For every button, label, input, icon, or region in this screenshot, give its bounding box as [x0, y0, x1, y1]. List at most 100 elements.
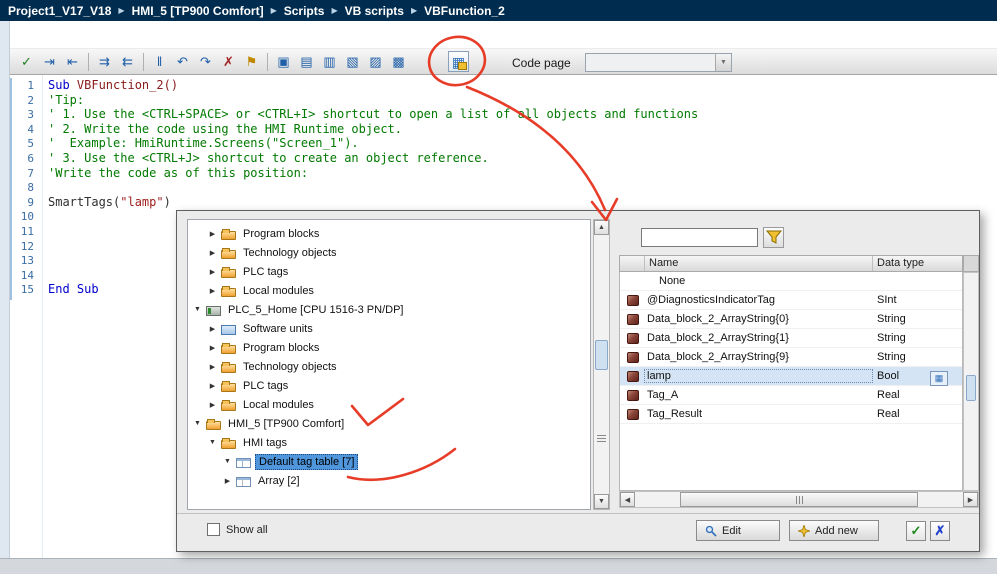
code-token: SmartTags( [48, 195, 120, 209]
goto-next-sync-icon[interactable]: ⇥ [39, 51, 60, 72]
scroll-left-icon[interactable]: ◀ [620, 492, 635, 507]
code-line-8[interactable]: 8 [10, 180, 997, 195]
tag-row-data-block-2-arraystring-9[interactable]: Data_block_2_ArrayString{9}String [620, 348, 962, 367]
filter-icon[interactable] [763, 227, 784, 248]
splitter-grip[interactable] [597, 433, 606, 444]
breadcrumb-item-vb-scripts[interactable]: VB scripts [345, 4, 404, 18]
tag-row-tag-a[interactable]: Tag_AReal [620, 386, 962, 405]
print-icon[interactable]: ▨ [365, 51, 386, 72]
expand-icon[interactable]: ▶ [207, 344, 218, 352]
tree-item-technology-objects[interactable]: ▶Technology objects [188, 357, 590, 376]
expand-icon[interactable]: ▶ [207, 382, 218, 390]
scroll-down-icon[interactable]: ▼ [594, 494, 609, 509]
tag-row-tag-result[interactable]: Tag_ResultReal [620, 405, 962, 424]
bookmark-icon[interactable]: ⚑ [241, 51, 262, 72]
scroll-up-icon[interactable]: ▲ [594, 220, 609, 235]
cross-reference-icon[interactable]: ▤ [296, 51, 317, 72]
tree-item-plc-5-home-cpu-1516-3-pn-dp[interactable]: ▼PLC_5_Home [CPU 1516-3 PN/DP] [188, 300, 590, 319]
code-line-7[interactable]: 7'Write the code as of this position: [10, 166, 997, 181]
collapse-icon[interactable]: ▼ [222, 458, 233, 465]
delete-bookmark-icon[interactable]: ✗ [218, 51, 239, 72]
collapse-icon[interactable]: ▼ [207, 439, 218, 446]
code-line-4[interactable]: 4' 2. Write the code using the HMI Runti… [10, 122, 997, 137]
tree-item-local-modules[interactable]: ▶Local modules [188, 281, 590, 300]
help-icon[interactable]: ▩ [388, 51, 409, 72]
code-line-3[interactable]: 3' 1. Use the <CTRL+SPACE> or <CTRL+I> s… [10, 107, 997, 122]
tree-item-default-tag-table-7[interactable]: ▼Default tag table [7] [188, 452, 590, 471]
tree-item-plc-tags[interactable]: ▶PLC tags [188, 262, 590, 281]
tree-item-technology-objects[interactable]: ▶Technology objects [188, 243, 590, 262]
tag-name: Data_block_2_ArrayString{0} [645, 313, 872, 325]
tree-item-array-2[interactable]: ▶Array [2] [188, 471, 590, 490]
tree-scrollbar[interactable]: ▲ ▼ [593, 219, 610, 510]
hscroll-thumb[interactable] [680, 492, 918, 507]
redo-icon[interactable]: ↷ [195, 51, 216, 72]
expand-icon[interactable]: ▶ [207, 268, 218, 276]
breadcrumb-item-vbfunction-2[interactable]: VBFunction_2 [424, 4, 505, 18]
undo-icon[interactable]: ↶ [172, 51, 193, 72]
hmi-folder-icon [206, 421, 221, 430]
tree-item-program-blocks[interactable]: ▶Program blocks [188, 224, 590, 243]
local-modules-icon [221, 402, 236, 411]
tree-item-hmi-5-tp900-comfort[interactable]: ▼HMI_5 [TP900 Comfort] [188, 414, 590, 433]
code-line-6[interactable]: 6' 3. Use the <CTRL+J> shortcut to creat… [10, 151, 997, 166]
insert-tag-icon[interactable]: ▦ [448, 51, 469, 72]
confirm-button[interactable]: ✓ [906, 521, 926, 541]
pause-icon[interactable]: ‖ [149, 51, 170, 72]
breadcrumb-item-project1-v17-v18[interactable]: Project1_V17_V18 [8, 4, 111, 18]
watch-table-icon[interactable]: ▥ [319, 51, 340, 72]
increase-indent-icon[interactable]: ⇉ [94, 51, 115, 72]
chevron-down-icon[interactable]: ▼ [715, 54, 731, 71]
tree-item-hmi-tags[interactable]: ▼HMI tags [188, 433, 590, 452]
collapse-icon[interactable]: ▼ [192, 420, 203, 427]
hmi-tags-icon [221, 440, 236, 449]
export-icon[interactable]: ▧ [342, 51, 363, 72]
code-line-9[interactable]: 9SmartTags("lamp") [10, 195, 997, 210]
datatype-picker-button[interactable]: ▦ [930, 371, 948, 386]
show-all-checkbox[interactable] [207, 523, 220, 536]
edit-button[interactable]: Edit [696, 520, 780, 541]
breadcrumb-item-hmi-5-tp900-comfort[interactable]: HMI_5 [TP900 Comfort] [132, 4, 264, 18]
cancel-button[interactable]: ✗ [930, 521, 950, 541]
insert-snippet-icon[interactable]: ▣ [273, 51, 294, 72]
tag-datatype: SInt [872, 294, 962, 306]
goto-prev-sync-icon[interactable]: ⇤ [62, 51, 83, 72]
add-new-button[interactable]: Add new [789, 520, 879, 541]
collapse-icon[interactable]: ▼ [192, 306, 203, 313]
tree-item-plc-tags[interactable]: ▶PLC tags [188, 376, 590, 395]
expand-icon[interactable]: ▶ [207, 230, 218, 238]
code-line-2[interactable]: 2'Tip: [10, 93, 997, 108]
tag-table-header-datatype[interactable]: Data type [873, 256, 962, 271]
tree-item-local-modules[interactable]: ▶Local modules [188, 395, 590, 414]
code-page-dropdown[interactable]: ▼ [585, 53, 732, 72]
expand-icon[interactable]: ▶ [207, 287, 218, 295]
tree-scrollbar-thumb[interactable] [595, 340, 608, 370]
table-vscroll-thumb[interactable] [966, 375, 976, 401]
tag-row-diagnosticsindicatortag[interactable]: @DiagnosticsIndicatorTagSInt [620, 291, 962, 310]
tree-item-program-blocks[interactable]: ▶Program blocks [188, 338, 590, 357]
tag-icon [627, 314, 639, 325]
magnifier-icon [705, 525, 717, 537]
tag-row-data-block-2-arraystring-1[interactable]: Data_block_2_ArrayString{1}String [620, 329, 962, 348]
tag-row-none[interactable]: None [620, 272, 962, 291]
tag-table-header-name[interactable]: Name [645, 256, 873, 271]
tag-row-lamp[interactable]: lampBool▦ [620, 367, 962, 386]
expand-icon[interactable]: ▶ [222, 477, 233, 485]
show-all-label: Show all [226, 524, 268, 536]
code-line-1[interactable]: 1Sub VBFunction_2() [10, 78, 997, 93]
code-line-5[interactable]: 5' Example: HmiRuntime.Screens("Screen_1… [10, 136, 997, 151]
tag-row-data-block-2-arraystring-0[interactable]: Data_block_2_ArrayString{0}String [620, 310, 962, 329]
scroll-right-icon[interactable]: ▶ [963, 492, 978, 507]
expand-icon[interactable]: ▶ [207, 401, 218, 409]
expand-icon[interactable]: ▶ [207, 325, 218, 333]
table-vertical-scrollbar[interactable] [963, 272, 979, 491]
pause-icon-glyph: ‖ [157, 55, 162, 68]
expand-icon[interactable]: ▶ [207, 249, 218, 257]
table-horizontal-scrollbar[interactable]: ◀ ▶ [619, 491, 979, 508]
expand-icon[interactable]: ▶ [207, 363, 218, 371]
tree-item-software-units[interactable]: ▶Software units [188, 319, 590, 338]
tag-filter-input[interactable] [641, 228, 758, 247]
validate-script-icon[interactable]: ✓ [16, 51, 37, 72]
breadcrumb-item-scripts[interactable]: Scripts [284, 4, 325, 18]
decrease-indent-icon[interactable]: ⇇ [117, 51, 138, 72]
